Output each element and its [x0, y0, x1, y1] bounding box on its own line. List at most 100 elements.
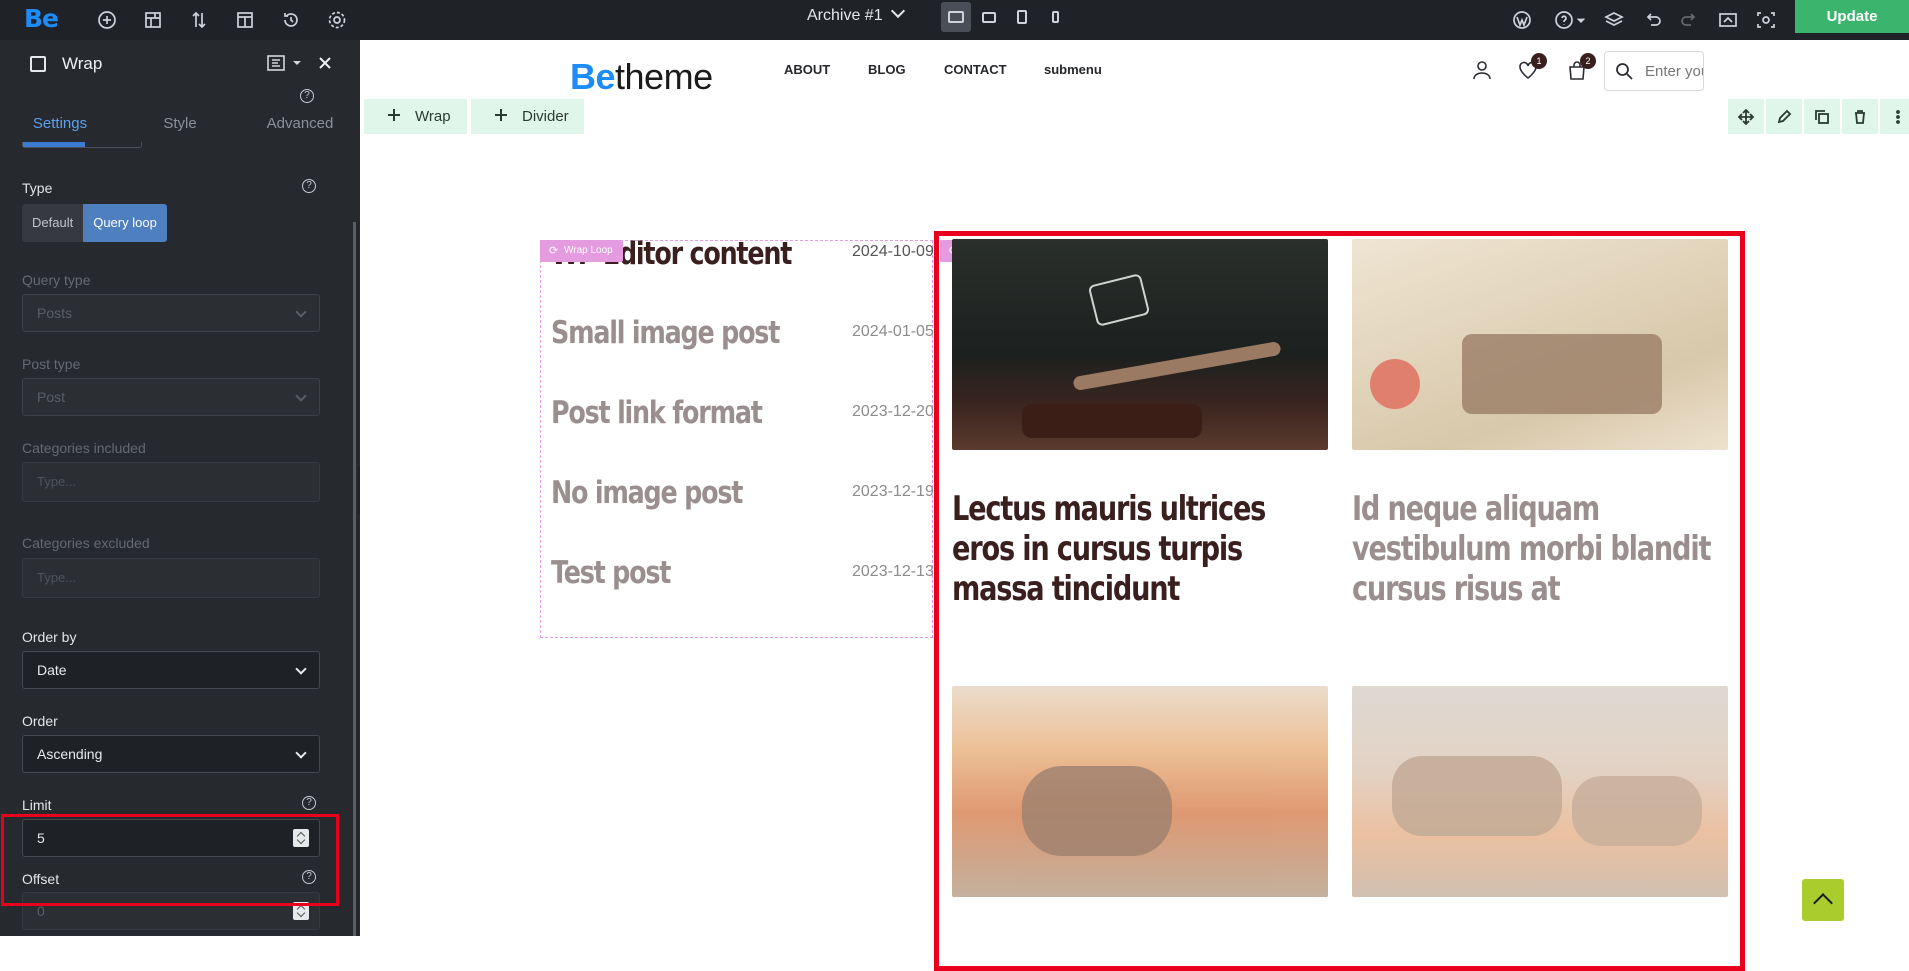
site-logo-be: Be	[570, 56, 616, 97]
delete-icon[interactable]	[1842, 99, 1878, 134]
preview-icon[interactable]	[1715, 7, 1741, 33]
type-toggle: Default Query loop	[22, 204, 167, 242]
post-title[interactable]: Post link format	[551, 395, 763, 431]
order-value: Ascending	[37, 746, 103, 762]
wordpress-icon[interactable]	[1509, 7, 1535, 33]
plus-icon	[388, 109, 400, 121]
order-by-value: Date	[37, 662, 67, 678]
element-settings-panel: Wrap ? Settings Style Advanced Type ? De…	[0, 40, 360, 936]
post-title[interactable]: Test post	[551, 555, 671, 591]
limit-highlight-box	[1, 814, 339, 906]
post-type-label: Post type	[22, 356, 81, 372]
post-type-value: Post	[37, 389, 66, 405]
device-desktop-button[interactable]	[941, 2, 971, 32]
user-icon[interactable]	[1471, 59, 1493, 81]
tab-advanced[interactable]: Advanced	[240, 96, 360, 152]
cart-icon[interactable]: 2	[1566, 53, 1596, 81]
kebab-shape	[1462, 334, 1662, 414]
steak-shape	[1572, 776, 1702, 846]
post-title[interactable]: Small image post	[551, 315, 780, 351]
edit-icon[interactable]	[1766, 99, 1802, 134]
chevron-down-icon	[295, 663, 307, 675]
page-canvas: Betheme ABOUT BLOG CONTACT submenu 1 2 E…	[360, 40, 1909, 971]
card-image-steak-fire[interactable]	[952, 686, 1328, 897]
panel-scrollbar[interactable]	[353, 222, 356, 936]
post-date: 2024-01-05	[852, 323, 934, 340]
site-logo[interactable]: Betheme	[570, 56, 713, 98]
chevron-down-icon	[295, 390, 307, 402]
top-toolbar: Be Archive #1 Update	[0, 0, 1909, 40]
nav-submenu[interactable]: submenu	[1044, 62, 1102, 77]
card-image-kebab[interactable]	[1352, 239, 1728, 450]
categories-included-label: Categories included	[22, 440, 146, 456]
card-image-grill[interactable]	[952, 239, 1328, 450]
undo-icon[interactable]	[1640, 7, 1666, 33]
help-icon[interactable]: ?	[302, 796, 316, 810]
steak-shape	[1392, 756, 1562, 836]
card-title[interactable]: Lectus mauris ultrices eros in cursus tu…	[952, 489, 1328, 609]
type-query-loop-option[interactable]: Query loop	[83, 204, 167, 242]
add-divider-button[interactable]: Divider	[471, 99, 584, 134]
redo-icon[interactable]	[1676, 7, 1702, 33]
layout-icon[interactable]	[140, 7, 166, 33]
tab-indicator	[22, 142, 142, 148]
query-type-select[interactable]: Posts	[22, 294, 320, 332]
history-icon[interactable]	[278, 7, 304, 33]
type-default-option[interactable]: Default	[22, 204, 84, 242]
card-title[interactable]: Id neque aliquam vestibulum morbi blandi…	[1352, 489, 1728, 609]
post-title[interactable]: No image post	[551, 475, 743, 511]
categories-excluded-input[interactable]: Type...	[22, 558, 320, 598]
query-type-value: Posts	[37, 305, 73, 321]
card-image-steak-grill[interactable]	[1352, 686, 1728, 897]
move-icon[interactable]	[1728, 99, 1764, 134]
settings-icon[interactable]	[324, 7, 350, 33]
template-icon[interactable]	[232, 7, 258, 33]
device-mobile-button[interactable]	[1040, 2, 1070, 32]
ribs-shape	[1022, 404, 1202, 438]
site-search-placeholder: Enter your search	[1645, 63, 1703, 80]
layers-icon[interactable]	[1601, 7, 1627, 33]
tablet-landscape-icon	[982, 11, 996, 23]
wrap-icon	[30, 56, 46, 72]
chevron-down-icon[interactable]	[292, 59, 302, 67]
chevron-down-icon	[295, 306, 307, 318]
back-to-top-button[interactable]	[1802, 879, 1844, 921]
post-type-select[interactable]: Post	[22, 378, 320, 416]
update-button[interactable]: Update	[1795, 0, 1909, 33]
grill-badge-shape	[1087, 273, 1151, 327]
document-title-dropdown[interactable]: Archive #1	[807, 0, 905, 34]
nav-blog[interactable]: BLOG	[868, 62, 906, 77]
categories-included-input[interactable]: Type...	[22, 462, 320, 502]
mobile-icon	[1051, 11, 1059, 23]
add-icon[interactable]	[94, 7, 120, 33]
live-preview-icon[interactable]	[1753, 7, 1779, 33]
help-icon[interactable]: ?	[302, 179, 316, 193]
type-label: Type	[22, 180, 53, 196]
site-logo-theme: theme	[615, 56, 713, 97]
wrap-loop-tag[interactable]: Wrap Loop	[540, 240, 623, 262]
nav-contact[interactable]: CONTACT	[944, 62, 1007, 77]
sort-icon[interactable]	[186, 7, 212, 33]
post-date: 2023-12-19	[852, 483, 934, 500]
chevron-down-icon	[295, 747, 307, 759]
device-tablet-portrait-button[interactable]	[1007, 2, 1037, 32]
be-logo[interactable]: Be	[24, 4, 59, 33]
tablet-portrait-icon	[1017, 10, 1027, 24]
duplicate-icon[interactable]	[1804, 99, 1840, 134]
add-wrap-button[interactable]: Wrap	[364, 99, 467, 134]
nav-about[interactable]: ABOUT	[784, 62, 830, 77]
wishlist-count-badge: 1	[1531, 53, 1547, 69]
plus-icon	[495, 109, 507, 121]
close-icon[interactable]	[318, 56, 332, 70]
limit-label: Limit	[22, 797, 52, 813]
order-label: Order	[22, 713, 58, 729]
site-search-field[interactable]: Enter your search	[1604, 51, 1704, 91]
device-tablet-landscape-button[interactable]	[974, 2, 1004, 32]
more-icon[interactable]	[1880, 99, 1909, 134]
order-select[interactable]: Ascending	[22, 735, 320, 773]
wishlist-icon[interactable]: 1	[1517, 53, 1547, 81]
tomato-shape	[1370, 359, 1420, 409]
order-by-select[interactable]: Date	[22, 651, 320, 689]
presets-icon[interactable]	[266, 54, 286, 72]
chevron-down-icon[interactable]	[1574, 7, 1588, 33]
